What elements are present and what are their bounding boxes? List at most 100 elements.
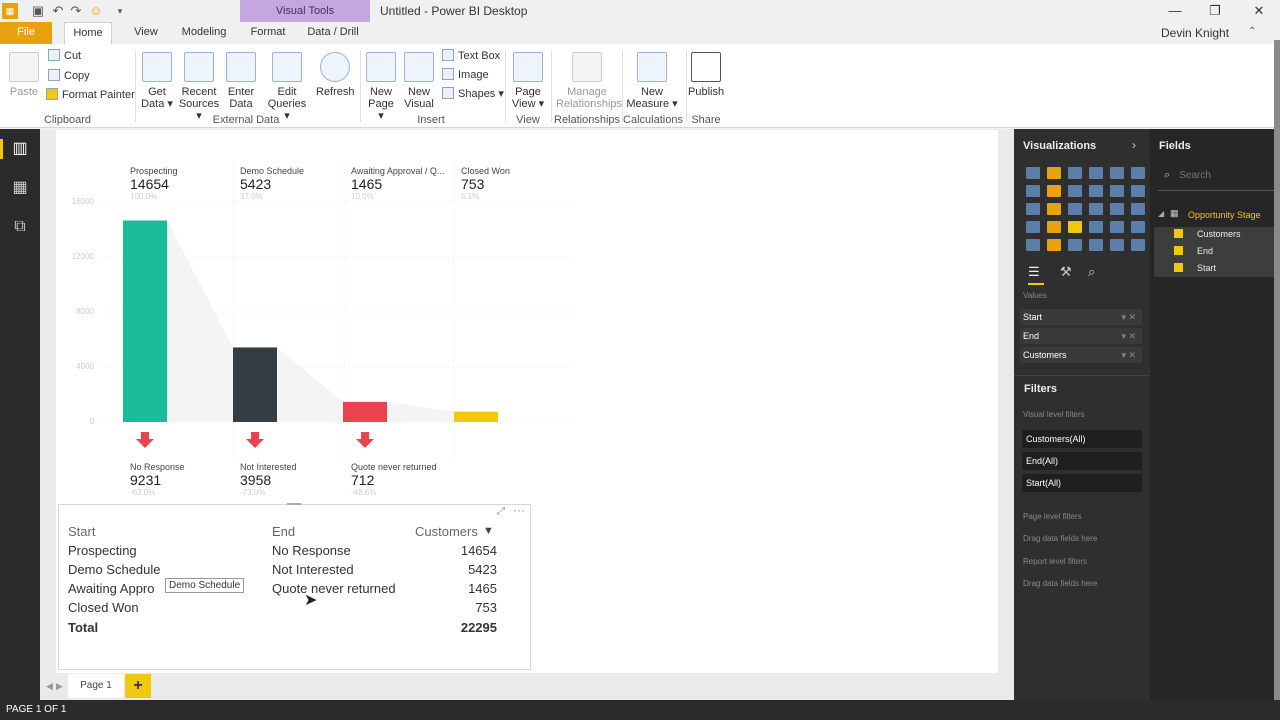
page-filters-drop-zone[interactable]: Drag data fields here [1023,534,1097,543]
drag-handle-icon[interactable] [287,503,301,507]
enter-data-button[interactable]: Enter Data [224,52,258,110]
field-start[interactable]: Start [1174,263,1216,273]
visual-type-icon[interactable] [1131,203,1145,215]
get-data-button[interactable]: Get Data ▾ [140,52,174,110]
relationships-view-icon[interactable]: ⧉ [10,217,30,237]
signed-in-user[interactable]: Devin Knight [1161,26,1229,40]
fields-search-input[interactable] [1179,170,1260,181]
visual-type-icon[interactable] [1089,167,1103,179]
collapse-ribbon-icon[interactable]: ⌃ [1248,26,1256,37]
visual-type-icon[interactable] [1068,239,1082,251]
visual-type-icon[interactable] [1068,203,1082,215]
funnel-bar[interactable] [343,401,387,422]
text-box-button[interactable]: Text Box [442,46,500,66]
filter-end[interactable]: End(All) [1022,452,1142,470]
save-icon[interactable]: ▣ [30,3,46,19]
cut-button[interactable]: Cut [48,46,81,66]
tab-view[interactable]: View [128,22,164,44]
image-button[interactable]: Image [442,65,489,85]
format-paint-roller-icon[interactable]: ⚒ [1060,264,1072,280]
well-customers[interactable]: Customers ▾ ✕ [1020,347,1142,363]
funnel-bar[interactable] [233,347,277,422]
column-header-end[interactable]: End [272,524,295,539]
report-view-icon[interactable]: ▥ [10,139,30,159]
close-button[interactable]: ✕ [1244,2,1274,20]
visual-type-icon[interactable] [1110,221,1124,233]
edit-queries-button[interactable]: Edit Queries ▾ [264,52,310,122]
refresh-button[interactable]: Refresh [316,52,355,98]
filter-start[interactable]: Start(All) [1022,474,1142,492]
field-customers[interactable]: Customers [1174,229,1241,239]
expand-table-icon[interactable]: ◢ [1158,209,1164,218]
visual-type-icon[interactable] [1026,239,1040,251]
visual-type-icon[interactable] [1089,185,1103,197]
visual-type-icon[interactable] [1026,221,1040,233]
visual-type-icon[interactable] [1068,167,1082,179]
redo-icon[interactable]: ↷ [68,3,84,19]
visual-type-icon[interactable] [1068,221,1082,233]
minimize-button[interactable]: — [1160,2,1190,20]
visual-type-icon[interactable] [1026,167,1040,179]
recent-sources-button[interactable]: Recent Sources ▾ [176,52,222,122]
visual-type-icon[interactable] [1047,167,1061,179]
more-options-icon[interactable]: ··· [513,503,525,517]
visual-type-icon[interactable] [1131,185,1145,197]
filter-customers[interactable]: Customers(All) [1022,430,1142,448]
data-view-icon[interactable]: ▦ [10,178,30,198]
visual-type-icon[interactable] [1026,203,1040,215]
tab-modeling[interactable]: Modeling [176,22,232,44]
new-measure-button[interactable]: New Measure ▾ [626,52,678,110]
visual-type-icon[interactable] [1110,167,1124,179]
new-visual-button[interactable]: New Visual [402,52,436,110]
new-page-button[interactable]: New Page ▾ [364,52,398,122]
visual-type-icon[interactable] [1089,221,1103,233]
collapse-pane-icon[interactable]: › [1132,138,1136,152]
column-header-start[interactable]: Start [68,524,95,539]
sort-descending-icon[interactable]: ▼ [483,525,494,537]
shapes-button[interactable]: Shapes ▾ [442,84,504,104]
visual-type-icon[interactable] [1068,185,1082,197]
report-filters-drop-zone[interactable]: Drag data fields here [1023,579,1097,588]
checkbox-checked-icon[interactable] [1174,246,1183,255]
visual-type-icon[interactable] [1089,203,1103,215]
visual-type-icon[interactable] [1089,239,1103,251]
field-end[interactable]: End [1174,246,1213,256]
well-start[interactable]: Start ▾ ✕ [1020,309,1142,325]
qat-dropdown-icon[interactable]: ▾ [112,3,128,19]
visual-type-icon[interactable] [1110,203,1124,215]
scroll-right-icon[interactable]: ▶ [56,681,63,692]
page-view-button[interactable]: Page View ▾ [510,52,546,110]
table-visual[interactable]: ⤢ ··· Start End Customers ▼ Prospecting N… [58,503,531,670]
page-tab[interactable]: Page 1 [68,674,124,698]
undo-icon[interactable]: ↶ [50,3,66,19]
visual-type-icon[interactable] [1026,185,1040,197]
focus-mode-icon[interactable]: ⤢ [497,506,505,517]
fields-tab-icon[interactable]: ☰ [1028,264,1040,280]
visual-type-icon[interactable] [1047,221,1061,233]
well-remove-icon[interactable]: ▾ ✕ [1121,347,1136,363]
column-header-customers[interactable]: Customers [415,524,478,539]
visual-type-icon[interactable] [1047,203,1061,215]
restore-button[interactable]: ❐ [1200,2,1230,20]
format-painter-button[interactable]: Format Painter [46,85,135,105]
analytics-magnifier-icon[interactable]: ⌕ [1088,264,1095,280]
manage-relationships-button[interactable]: Manage Relationships [556,52,622,110]
fields-table-name[interactable]: Opportunity Stage [1188,210,1261,220]
funnel-visual[interactable]: Prospecting 14654 100.0% Demo Schedule 5423 3… [66,160,570,500]
visual-type-icon[interactable] [1131,167,1145,179]
scroll-left-icon[interactable]: ◀ [46,681,53,692]
visual-type-icon[interactable] [1110,239,1124,251]
funnel-bar[interactable] [454,411,498,422]
visual-type-icon[interactable] [1131,221,1145,233]
well-end[interactable]: End ▾ ✕ [1020,328,1142,344]
tab-home[interactable]: Home [64,22,112,44]
funnel-bar[interactable] [123,220,167,422]
visual-type-icon[interactable] [1110,185,1124,197]
tab-format[interactable]: Format [246,22,290,44]
add-page-button[interactable]: + [125,674,151,698]
paste-button[interactable]: Paste [8,52,40,98]
visual-type-icon[interactable] [1047,239,1061,251]
publish-button[interactable]: Publish [688,52,724,98]
fields-search-box[interactable]: ⌕ [1158,169,1274,191]
smiley-icon[interactable]: ☺ [88,3,104,19]
